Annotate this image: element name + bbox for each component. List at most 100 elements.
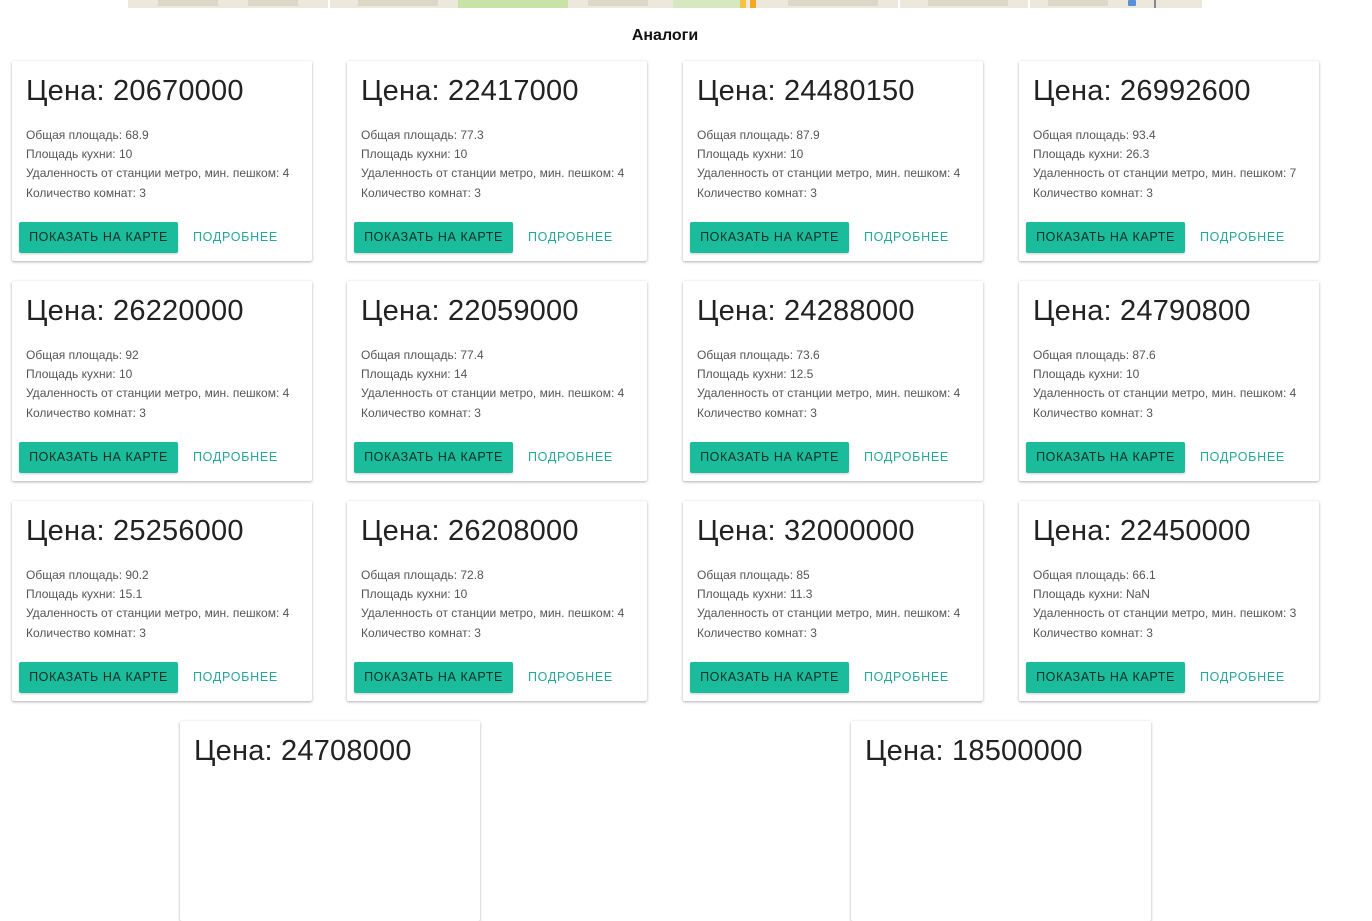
card-info: Общая площадь: 72.8 Площадь кухни: 10 Уд… (361, 566, 624, 643)
card-info: Общая площадь: 73.6 Площадь кухни: 12.5 … (697, 346, 960, 423)
card-price: Цена: 26220000 (26, 295, 244, 327)
show-on-map-button[interactable]: ПОКАЗАТЬ НА КАРТЕ (19, 442, 178, 473)
card-info: Общая площадь: 92 Площадь кухни: 10 Удал… (26, 346, 289, 423)
more-link[interactable]: ПОДРОБНЕЕ (193, 442, 278, 473)
map-park (673, 0, 743, 8)
more-link[interactable]: ПОДРОБНЕЕ (528, 222, 613, 253)
card-price: Цена: 20670000 (26, 75, 244, 107)
card-price: Цена: 24480150 (697, 75, 915, 107)
analog-card: Цена: 24708000 (180, 721, 480, 921)
more-link[interactable]: ПОДРОБНЕЕ (528, 442, 613, 473)
analog-card: Цена: 24288000 Общая площадь: 73.6 Площа… (683, 281, 983, 481)
show-on-map-button[interactable]: ПОКАЗАТЬ НА КАРТЕ (1026, 442, 1185, 473)
show-on-map-button[interactable]: ПОКАЗАТЬ НА КАРТЕ (19, 662, 178, 693)
card-area: Общая площадь: 66.1 (1033, 568, 1156, 582)
card-kitchen: Площадь кухни: 26.3 (1033, 147, 1150, 162)
card-metro: Удаленность от станции метро, мин. пешко… (361, 386, 625, 401)
card-metro: Удаленность от станции метро, мин. пешко… (1033, 606, 1297, 621)
map-road (898, 0, 900, 8)
show-on-map-button[interactable]: ПОКАЗАТЬ НА КАРТЕ (690, 442, 849, 473)
card-info: Общая площадь: 87.6 Площадь кухни: 10 Уд… (1033, 346, 1296, 423)
show-on-map-button[interactable]: ПОКАЗАТЬ НА КАРТЕ (19, 222, 178, 253)
card-area: Общая площадь: 90.2 (26, 568, 149, 582)
map-road (750, 0, 756, 8)
card-metro: Удаленность от станции метро, мин. пешко… (697, 386, 961, 401)
analog-card: Цена: 22417000 Общая площадь: 77.3 Площа… (347, 61, 647, 261)
analog-card: Цена: 24790800 Общая площадь: 87.6 Площа… (1019, 281, 1319, 481)
card-info: Общая площадь: 90.2 Площадь кухни: 15.1 … (26, 566, 289, 643)
card-metro: Удаленность от станции метро, мин. пешко… (26, 606, 290, 621)
map-road (328, 0, 330, 8)
more-link[interactable]: ПОДРОБНЕЕ (528, 662, 613, 693)
map-building (1048, 0, 1108, 6)
card-info: Общая площадь: 77.3 Площадь кухни: 10 Уд… (361, 126, 624, 203)
card-kitchen: Площадь кухни: 10 (26, 147, 133, 162)
more-link[interactable]: ПОДРОБНЕЕ (193, 662, 278, 693)
map-marker-icon[interactable] (1128, 0, 1136, 6)
card-price: Цена: 24708000 (194, 735, 412, 767)
show-on-map-button[interactable]: ПОКАЗАТЬ НА КАРТЕ (690, 222, 849, 253)
map-building (588, 0, 648, 6)
card-kitchen: Площадь кухни: 10 (1033, 367, 1140, 382)
map-building (248, 0, 298, 6)
card-price: Цена: 26208000 (361, 515, 579, 547)
analog-card: Цена: 22450000 Общая площадь: 66.1 Площа… (1019, 501, 1319, 701)
analog-card: Цена: 22059000 Общая площадь: 77.4 Площа… (347, 281, 647, 481)
map-road (1028, 0, 1030, 8)
show-on-map-button[interactable]: ПОКАЗАТЬ НА КАРТЕ (354, 662, 513, 693)
analog-card: Цена: 26208000 Общая площадь: 72.8 Площа… (347, 501, 647, 701)
card-rooms: Количество комнат: 3 (1033, 405, 1153, 420)
card-rooms: Количество комнат: 3 (1033, 625, 1153, 640)
card-area: Общая площадь: 77.3 (361, 128, 484, 142)
show-on-map-button[interactable]: ПОКАЗАТЬ НА КАРТЕ (1026, 662, 1185, 693)
card-metro: Удаленность от станции метро, мин. пешко… (361, 606, 625, 621)
card-kitchen: Площадь кухни: 14 (361, 367, 468, 382)
card-rooms: Количество комнат: 3 (697, 405, 817, 420)
card-area: Общая площадь: 72.8 (361, 568, 484, 582)
card-area: Общая площадь: 87.9 (697, 128, 820, 142)
card-rooms: Количество комнат: 3 (697, 185, 817, 200)
card-price: Цена: 24288000 (697, 295, 915, 327)
card-kitchen: Площадь кухни: 10 (361, 147, 468, 162)
card-info: Общая площадь: 85 Площадь кухни: 11.3 Уд… (697, 566, 960, 643)
analog-card: Цена: 26220000 Общая площадь: 92 Площадь… (12, 281, 312, 481)
card-price: Цена: 26992600 (1033, 75, 1251, 107)
analog-card: Цена: 24480150 Общая площадь: 87.9 Площа… (683, 61, 983, 261)
card-area: Общая площадь: 73.6 (697, 348, 820, 362)
card-kitchen: Площадь кухни: 10 (361, 587, 468, 602)
analog-card: Цена: 18500000 (851, 721, 1151, 921)
map-building (928, 0, 1008, 6)
map-strip[interactable] (128, 0, 1202, 8)
card-info: Общая площадь: 87.9 Площадь кухни: 10 Уд… (697, 126, 960, 203)
card-price: Цена: 25256000 (26, 515, 244, 547)
analog-card: Цена: 26992600 Общая площадь: 93.4 Площа… (1019, 61, 1319, 261)
card-rooms: Количество комнат: 3 (26, 405, 146, 420)
card-metro: Удаленность от станции метро, мин. пешко… (697, 166, 961, 181)
card-area: Общая площадь: 93.4 (1033, 128, 1156, 142)
card-rooms: Количество комнат: 3 (361, 625, 481, 640)
more-link[interactable]: ПОДРОБНЕЕ (1200, 662, 1285, 693)
card-price: Цена: 22059000 (361, 295, 579, 327)
more-link[interactable]: ПОДРОБНЕЕ (1200, 222, 1285, 253)
more-link[interactable]: ПОДРОБНЕЕ (864, 442, 949, 473)
analog-card: Цена: 32000000 Общая площадь: 85 Площадь… (683, 501, 983, 701)
more-link[interactable]: ПОДРОБНЕЕ (864, 222, 949, 253)
analog-card: Цена: 20670000 Общая площадь: 68.9 Площа… (12, 61, 312, 261)
card-price: Цена: 24790800 (1033, 295, 1251, 327)
map-building (158, 0, 218, 6)
show-on-map-button[interactable]: ПОКАЗАТЬ НА КАРТЕ (690, 662, 849, 693)
more-link[interactable]: ПОДРОБНЕЕ (864, 662, 949, 693)
show-on-map-button[interactable]: ПОКАЗАТЬ НА КАРТЕ (354, 222, 513, 253)
card-price: Цена: 32000000 (697, 515, 915, 547)
more-link[interactable]: ПОДРОБНЕЕ (193, 222, 278, 253)
map-scale (1154, 0, 1156, 8)
card-metro: Удаленность от станции метро, мин. пешко… (1033, 386, 1297, 401)
card-kitchen: Площадь кухни: NaN (1033, 587, 1150, 602)
show-on-map-button[interactable]: ПОКАЗАТЬ НА КАРТЕ (1026, 222, 1185, 253)
card-metro: Удаленность от станции метро, мин. пешко… (361, 166, 625, 181)
card-metro: Удаленность от станции метро, мин. пешко… (26, 166, 290, 181)
card-rooms: Количество комнат: 3 (697, 625, 817, 640)
card-metro: Удаленность от станции метро, мин. пешко… (697, 606, 961, 621)
more-link[interactable]: ПОДРОБНЕЕ (1200, 442, 1285, 473)
show-on-map-button[interactable]: ПОКАЗАТЬ НА КАРТЕ (354, 442, 513, 473)
